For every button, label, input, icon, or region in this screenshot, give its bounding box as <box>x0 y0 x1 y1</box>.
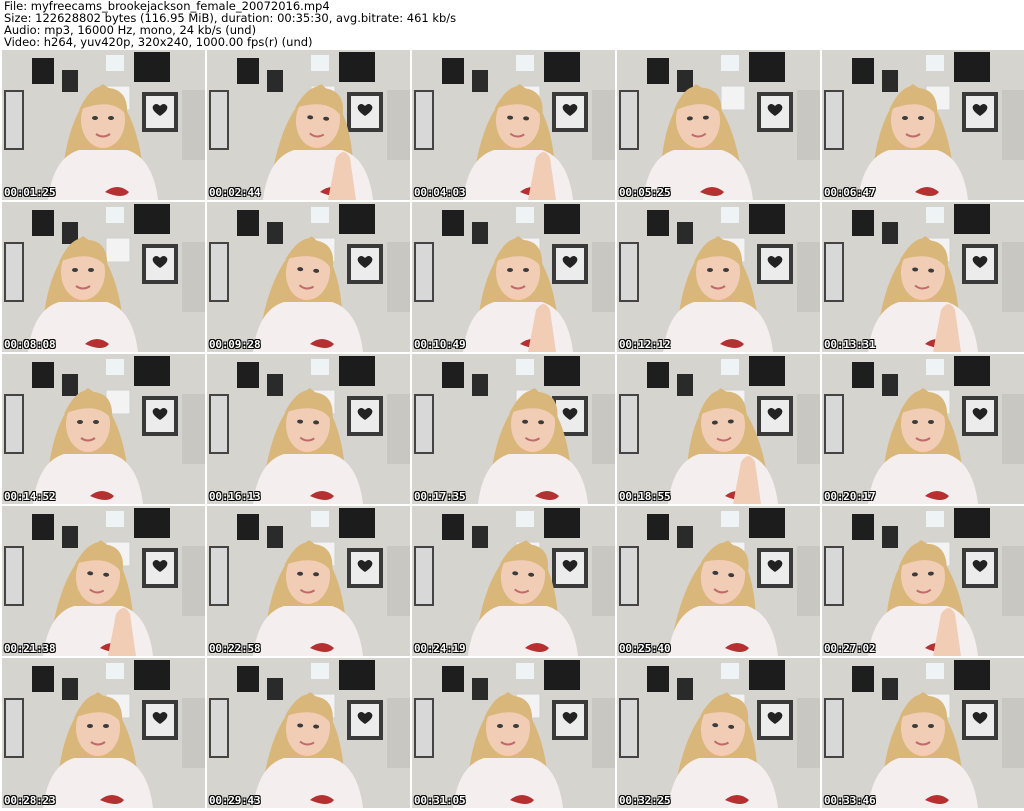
thumbnail-timestamp: 00:01:25 <box>4 186 56 199</box>
thumbnail-frame-image <box>822 50 1024 200</box>
thumbnail-timestamp: 00:08:08 <box>4 338 56 351</box>
thumbnail-frame-image <box>822 506 1024 656</box>
video-thumbnail: 00:29:43 <box>207 658 410 808</box>
video-thumbnail: 00:18:55 <box>617 354 820 504</box>
thumbnail-frame-image <box>207 506 410 656</box>
video-thumbnail: 00:10:49 <box>412 202 615 352</box>
thumbnail-timestamp: 00:17:35 <box>414 490 466 503</box>
video-thumbnail: 00:01:25 <box>2 50 205 200</box>
thumbnail-timestamp: 00:12:12 <box>619 338 671 351</box>
video-thumbnail: 00:12:12 <box>617 202 820 352</box>
thumbnail-timestamp: 00:32:25 <box>619 794 671 807</box>
video-thumbnail: 00:22:58 <box>207 506 410 656</box>
thumbnail-frame-image <box>617 658 820 808</box>
thumbnail-frame-image <box>207 658 410 808</box>
thumbnail-frame-image <box>412 658 615 808</box>
thumbnail-timestamp: 00:27:02 <box>824 642 876 655</box>
thumbnail-frame-image <box>207 50 410 200</box>
thumbnail-frame-image <box>412 506 615 656</box>
thumbnail-frame-image <box>617 354 820 504</box>
video-thumbnail: 00:21:38 <box>2 506 205 656</box>
thumbnail-frame-image <box>412 50 615 200</box>
thumbnail-timestamp: 00:14:52 <box>4 490 56 503</box>
video-thumbnail: 00:13:31 <box>822 202 1024 352</box>
thumbnail-frame-image <box>617 50 820 200</box>
video-thumbnail: 00:27:02 <box>822 506 1024 656</box>
video-thumbnail: 00:25:40 <box>617 506 820 656</box>
video-thumbnail: 00:05:25 <box>617 50 820 200</box>
video-thumbnail: 00:06:47 <box>822 50 1024 200</box>
video-thumbnail: 00:09:28 <box>207 202 410 352</box>
thumbnail-timestamp: 00:13:31 <box>824 338 876 351</box>
video-thumbnail: 00:32:25 <box>617 658 820 808</box>
thumbnail-frame-image <box>2 506 205 656</box>
thumbnail-timestamp: 00:33:46 <box>824 794 876 807</box>
thumbnail-timestamp: 00:29:43 <box>209 794 261 807</box>
video-line: Video: h264, yuv420p, 320x240, 1000.00 f… <box>4 35 313 49</box>
thumbnail-timestamp: 00:22:58 <box>209 642 261 655</box>
thumbnail-timestamp: 00:18:55 <box>619 490 671 503</box>
thumbnail-timestamp: 00:25:40 <box>619 642 671 655</box>
thumbnail-frame-image <box>822 202 1024 352</box>
video-thumbnail: 00:33:46 <box>822 658 1024 808</box>
video-thumbnail: 00:31:05 <box>412 658 615 808</box>
thumbnail-grid: 00:01:25 00:02:44 00:04:03 00:05:25 00:0… <box>0 50 1024 811</box>
thumbnail-timestamp: 00:21:38 <box>4 642 56 655</box>
thumbnail-frame-image <box>2 50 205 200</box>
video-thumbnail: 00:02:44 <box>207 50 410 200</box>
video-thumbnail: 00:14:52 <box>2 354 205 504</box>
thumbnail-timestamp: 00:04:03 <box>414 186 466 199</box>
video-thumbnail: 00:20:17 <box>822 354 1024 504</box>
thumbnail-frame-image <box>617 506 820 656</box>
thumbnail-timestamp: 00:06:47 <box>824 186 876 199</box>
thumbnail-frame-image <box>412 354 615 504</box>
thumbnail-timestamp: 00:10:49 <box>414 338 466 351</box>
thumbnail-timestamp: 00:05:25 <box>619 186 671 199</box>
file-info-header: File: myfreecams_brookejackson_female_20… <box>4 0 1020 48</box>
thumbnail-frame-image <box>822 354 1024 504</box>
thumbnail-timestamp: 00:09:28 <box>209 338 261 351</box>
thumbnail-timestamp: 00:02:44 <box>209 186 261 199</box>
thumbnail-frame-image <box>2 202 205 352</box>
video-thumbnail: 00:24:19 <box>412 506 615 656</box>
video-thumbnail: 00:04:03 <box>412 50 615 200</box>
video-thumbnail: 00:08:08 <box>2 202 205 352</box>
thumbnail-timestamp: 00:28:23 <box>4 794 56 807</box>
thumbnail-timestamp: 00:16:13 <box>209 490 261 503</box>
thumbnail-frame-image <box>207 354 410 504</box>
thumbnail-frame-image <box>207 202 410 352</box>
thumbnail-frame-image <box>822 658 1024 808</box>
thumbnail-timestamp: 00:20:17 <box>824 490 876 503</box>
video-thumbnail: 00:17:35 <box>412 354 615 504</box>
thumbnail-frame-image <box>2 658 205 808</box>
thumbnail-frame-image <box>617 202 820 352</box>
thumbnail-timestamp: 00:24:19 <box>414 642 466 655</box>
thumbnail-timestamp: 00:31:05 <box>414 794 466 807</box>
thumbnail-frame-image <box>412 202 615 352</box>
video-thumbnail: 00:16:13 <box>207 354 410 504</box>
video-thumbnail: 00:28:23 <box>2 658 205 808</box>
thumbnail-frame-image <box>2 354 205 504</box>
